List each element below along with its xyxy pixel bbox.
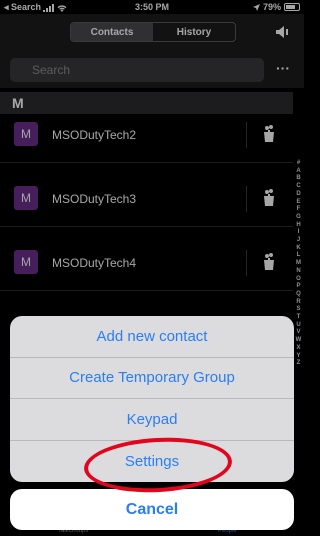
add-new-contact-button[interactable]: Add new contact (10, 316, 294, 358)
create-temporary-group-button[interactable]: Create Temporary Group (10, 358, 294, 399)
keypad-button[interactable]: Keypad (10, 399, 294, 441)
cancel-button[interactable]: Cancel (10, 489, 294, 530)
